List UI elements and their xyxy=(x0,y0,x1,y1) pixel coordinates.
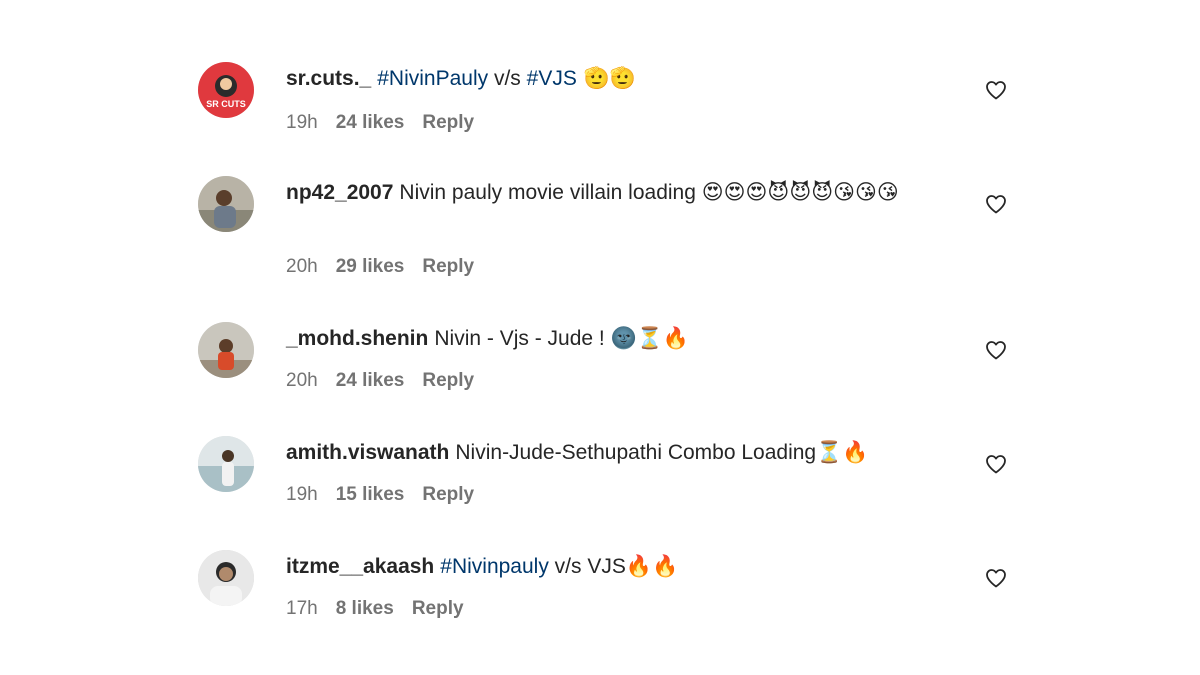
avatar[interactable] xyxy=(198,322,254,378)
comment-meta: 20h 29 likes Reply xyxy=(286,256,492,278)
comment-item: _mohd.shenin Nivin - Vjs - Jude ! 🌚⏳🔥 20h… xyxy=(198,322,1018,402)
heart-outline-icon xyxy=(986,569,1006,588)
comment-meta: 19h 24 likes Reply xyxy=(286,112,492,134)
comment-likes[interactable]: 24 likes xyxy=(336,112,405,133)
comment-emoji: 🌚⏳🔥 xyxy=(610,326,690,350)
comment-item: np42_2007 Nivin pauly movie villain loadi… xyxy=(198,176,1018,286)
avatar[interactable]: SR CUTS xyxy=(198,62,254,118)
heart-outline-icon xyxy=(986,455,1006,474)
comment-username[interactable]: np42_2007 xyxy=(286,181,393,204)
comment-meta: 19h 15 likes Reply xyxy=(286,484,492,506)
hashtag-link[interactable]: #Nivinpauly xyxy=(440,555,549,578)
reply-button[interactable]: Reply xyxy=(412,598,464,619)
comment-item: itzme__akaash #Nivinpauly v/s VJS🔥🔥 17h 8 … xyxy=(198,550,1018,630)
comment-emoji: 🫡🫡 xyxy=(576,66,636,90)
comment-likes[interactable]: 24 likes xyxy=(336,370,405,391)
comment-time[interactable]: 19h xyxy=(286,112,318,133)
comment-likes[interactable]: 8 likes xyxy=(336,598,394,619)
comment-text: Nivin-Jude-Sethupathi Combo Loading xyxy=(455,441,817,464)
reply-button[interactable]: Reply xyxy=(422,484,474,505)
heart-outline-icon xyxy=(986,81,1006,100)
comment-item: SR CUTS sr.cuts._ #NivinPauly v/s #VJS 🫡🫡… xyxy=(198,62,1018,142)
reply-button[interactable]: Reply xyxy=(422,112,474,133)
heart-outline-icon xyxy=(986,341,1006,360)
comment-likes[interactable]: 29 likes xyxy=(336,256,405,277)
reply-button[interactable]: Reply xyxy=(422,256,474,277)
avatar[interactable] xyxy=(198,550,254,606)
comment-body: itzme__akaash #Nivinpauly v/s VJS🔥🔥 xyxy=(286,550,946,583)
like-button[interactable] xyxy=(984,338,1008,362)
comment-item: amith.viswanath Nivin-Jude-Sethupathi Com… xyxy=(198,436,1018,516)
comment-username[interactable]: sr.cuts._ xyxy=(286,67,371,90)
like-button[interactable] xyxy=(984,566,1008,590)
comment-emoji: ⏳🔥 xyxy=(816,440,869,464)
comment-username[interactable]: _mohd.shenin xyxy=(286,327,428,350)
comment-meta: 20h 24 likes Reply xyxy=(286,370,492,392)
comment-time[interactable]: 17h xyxy=(286,598,318,619)
like-button[interactable] xyxy=(984,192,1008,216)
comment-text: Nivin - Vjs - Jude ! xyxy=(434,327,611,350)
comment-body: np42_2007 Nivin pauly movie villain loadi… xyxy=(286,176,936,209)
avatar[interactable] xyxy=(198,436,254,492)
heart-outline-icon xyxy=(986,195,1006,214)
avatar-logo-text: SR CUTS xyxy=(206,99,246,109)
comment-time[interactable]: 19h xyxy=(286,484,318,505)
comment-text: Nivin pauly movie villain loading xyxy=(399,181,702,204)
hashtag-link[interactable]: #NivinPauly xyxy=(377,67,488,90)
comment-body: _mohd.shenin Nivin - Vjs - Jude ! 🌚⏳🔥 xyxy=(286,322,946,355)
reply-button[interactable]: Reply xyxy=(422,370,474,391)
comment-body: sr.cuts._ #NivinPauly v/s #VJS 🫡🫡 xyxy=(286,62,946,95)
comment-emoji: 😍😍😍😈😈😈😘😘😘 xyxy=(701,180,899,204)
hashtag-link[interactable]: #VJS xyxy=(527,67,577,90)
avatar[interactable] xyxy=(198,176,254,232)
comment-time[interactable]: 20h xyxy=(286,256,318,277)
comment-username[interactable]: amith.viswanath xyxy=(286,441,449,464)
like-button[interactable] xyxy=(984,78,1008,102)
comment-emoji: 🔥🔥 xyxy=(625,554,679,578)
comment-meta: 17h 8 likes Reply xyxy=(286,598,482,620)
comment-text: v/s xyxy=(488,67,527,90)
comment-time[interactable]: 20h xyxy=(286,370,318,391)
comment-likes[interactable]: 15 likes xyxy=(336,484,405,505)
comment-body: amith.viswanath Nivin-Jude-Sethupathi Com… xyxy=(286,436,946,469)
comment-username[interactable]: itzme__akaash xyxy=(286,555,434,578)
like-button[interactable] xyxy=(984,452,1008,476)
comment-text: v/s VJS xyxy=(548,555,626,578)
